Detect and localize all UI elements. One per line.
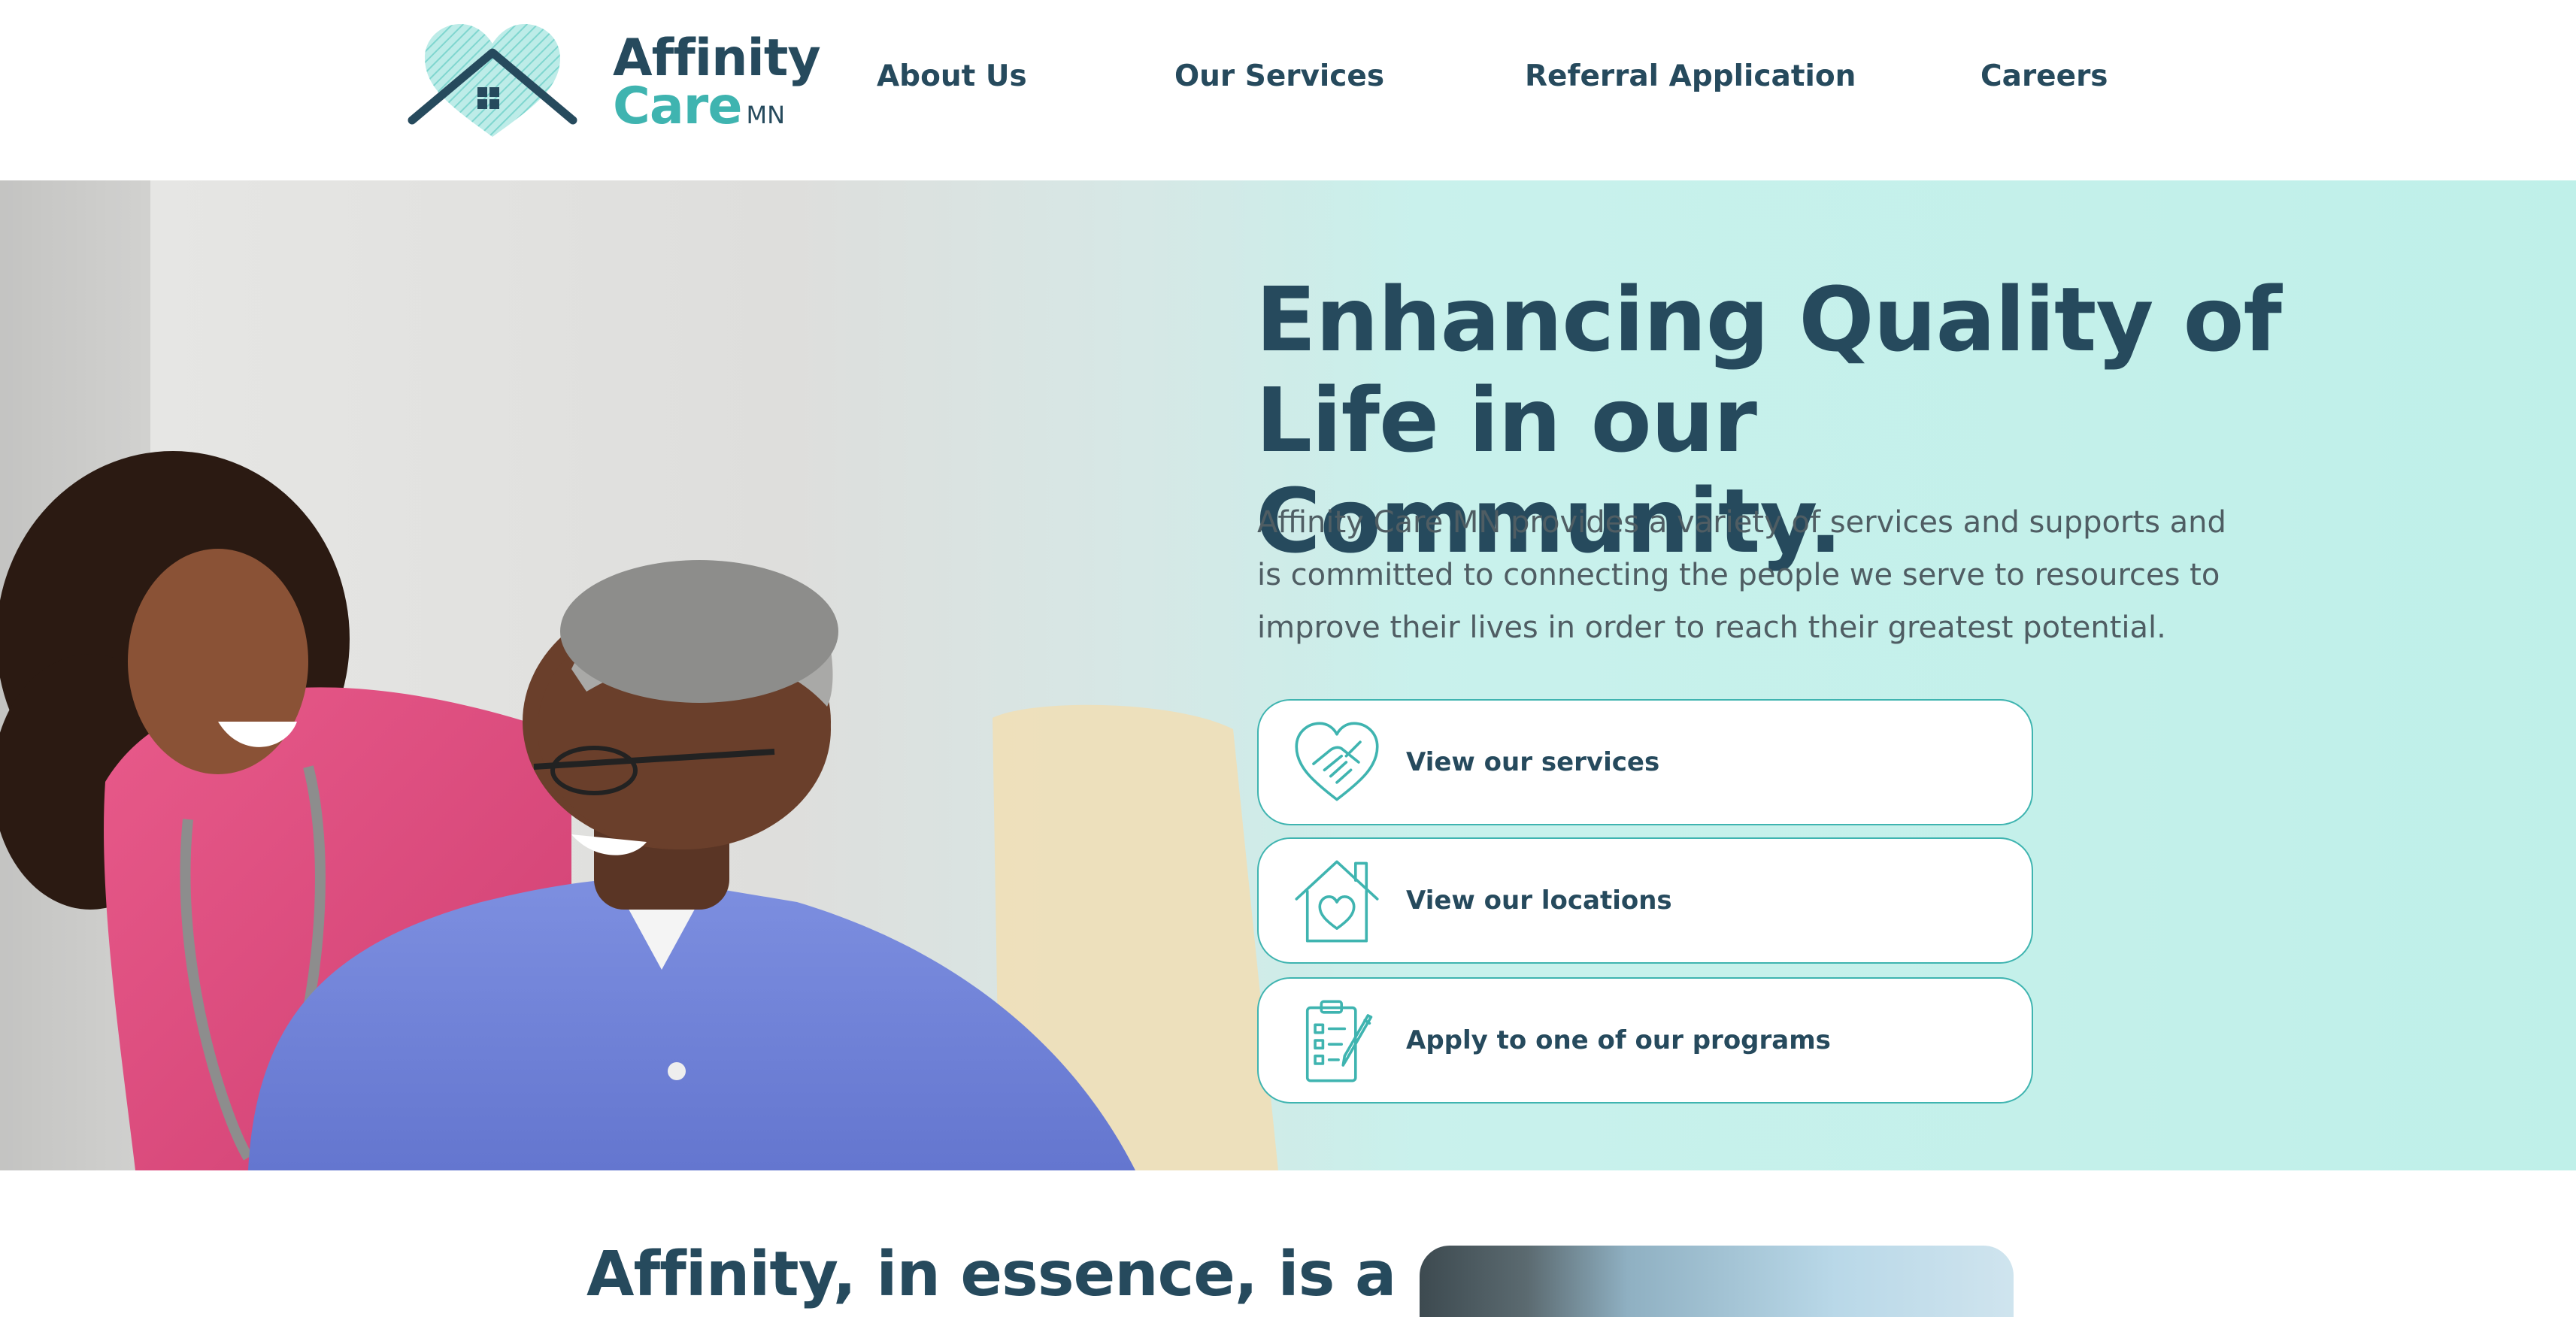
view-locations-label: View our locations <box>1406 886 1672 916</box>
brand-name-suffix: MN <box>746 101 785 129</box>
apply-programs-button[interactable]: Apply to one of our programs <box>1257 977 2033 1104</box>
apply-programs-label: Apply to one of our programs <box>1406 1025 1831 1055</box>
brand-wordmark: Affinity Care MN <box>613 33 821 132</box>
nav-our-services[interactable]: Our Services <box>1174 54 1384 99</box>
view-locations-button[interactable]: View our locations <box>1257 837 2033 964</box>
site-header: Affinity Care MN About Us Our Services Re… <box>0 0 2576 180</box>
essence-heading: Affinity, in essence, is a <box>586 1239 1396 1310</box>
view-services-button[interactable]: View our services <box>1257 699 2033 825</box>
view-services-label: View our services <box>1406 747 1660 777</box>
brand-logo[interactable]: Affinity Care MN <box>406 17 821 144</box>
brand-name-care: Care <box>613 77 742 136</box>
heart-handshake-icon <box>1295 722 1379 801</box>
hero-title-line1: Enhancing Quality of <box>1256 268 2282 371</box>
nav-careers[interactable]: Careers <box>1980 54 2108 99</box>
hero-section: Enhancing Quality of Life in our Communi… <box>0 180 2576 1170</box>
clipboard-checklist-icon <box>1305 1000 1373 1082</box>
nav-about-us[interactable]: About Us <box>877 54 1027 99</box>
hero-description: Affinity Care MN provides a variety of s… <box>1257 505 2226 645</box>
hero-photo-caregiver-and-senior <box>0 180 1429 1170</box>
house-heart-icon <box>1295 860 1379 943</box>
essence-section-photo <box>1420 1246 2014 1317</box>
nav-referral-application[interactable]: Referral Application <box>1525 54 1856 99</box>
house-heart-logo-icon <box>408 24 577 137</box>
brand-name-line2: Care MN <box>613 81 820 132</box>
